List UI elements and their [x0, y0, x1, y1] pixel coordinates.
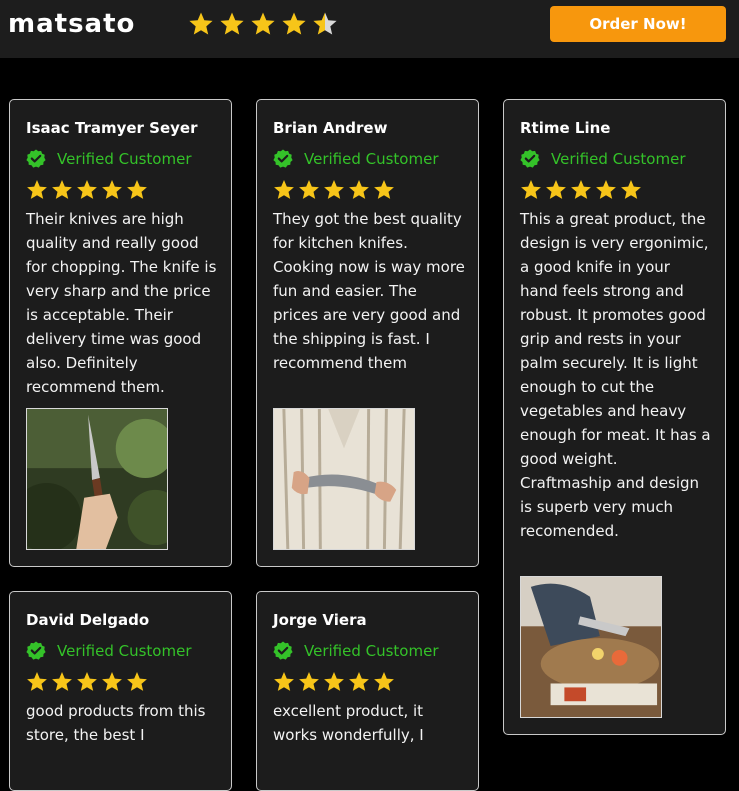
review-stars [26, 671, 231, 693]
knife-outdoor-image [27, 409, 167, 549]
verified-badge: Verified Customer [273, 641, 478, 661]
review-stars [273, 179, 478, 201]
verified-label: Verified Customer [551, 150, 686, 168]
verified-label: Verified Customer [304, 642, 439, 660]
review-text: They got the best quality for kitchen kn… [273, 210, 465, 372]
verified-check-icon [520, 149, 540, 169]
verified-check-icon [273, 149, 293, 169]
knife-shirt-image [274, 409, 414, 549]
review-photo[interactable] [273, 408, 415, 550]
reviewer-name: Rtime Line [520, 119, 611, 137]
star-rating-icon [26, 179, 152, 201]
review-text: This a great product, the design is very… [520, 210, 711, 540]
review-stars [273, 671, 478, 693]
verified-label: Verified Customer [57, 150, 192, 168]
verified-check-icon [26, 149, 46, 169]
review-text: good products from this store, the best … [26, 702, 206, 744]
review-card: Rtime Line Verified Customer This a grea… [503, 99, 726, 735]
overall-rating [188, 10, 340, 40]
review-photo[interactable] [520, 576, 662, 718]
reviewer-name: Brian Andrew [273, 119, 388, 137]
review-card: Brian Andrew Verified Customer They got … [256, 99, 479, 567]
star-rating-icon [520, 179, 646, 201]
site-header: matsato Order Now! [0, 0, 739, 58]
review-card: Jorge Viera Verified Customer excellent … [256, 591, 479, 791]
verified-badge: Verified Customer [520, 149, 725, 169]
reviewer-name: Jorge Viera [273, 611, 367, 629]
review-text: Their knives are high quality and really… [26, 210, 217, 396]
verified-badge: Verified Customer [273, 149, 478, 169]
review-stars [26, 179, 231, 201]
verified-label: Verified Customer [57, 642, 192, 660]
rating-stars-icon [189, 12, 337, 35]
verified-badge: Verified Customer [26, 149, 231, 169]
review-stars [520, 179, 725, 201]
review-photo[interactable] [26, 408, 168, 550]
reviewer-name: David Delgado [26, 611, 150, 629]
review-text: excellent product, it works wonderfully,… [273, 702, 424, 744]
verified-badge: Verified Customer [26, 641, 231, 661]
star-rating-icon [273, 671, 399, 693]
verified-check-icon [273, 641, 293, 661]
order-now-button[interactable]: Order Now! [550, 6, 726, 42]
verified-check-icon [26, 641, 46, 661]
star-rating-icon [26, 671, 152, 693]
review-card: Isaac Tramyer Seyer Verified Customer Th… [9, 99, 232, 567]
review-card: David Delgado Verified Customer good pro… [9, 591, 232, 791]
brand-logo[interactable]: matsato [8, 9, 135, 39]
star-rating-icon [273, 179, 399, 201]
knife-cutting-image [521, 577, 661, 717]
verified-label: Verified Customer [304, 150, 439, 168]
reviewer-name: Isaac Tramyer Seyer [26, 119, 198, 137]
